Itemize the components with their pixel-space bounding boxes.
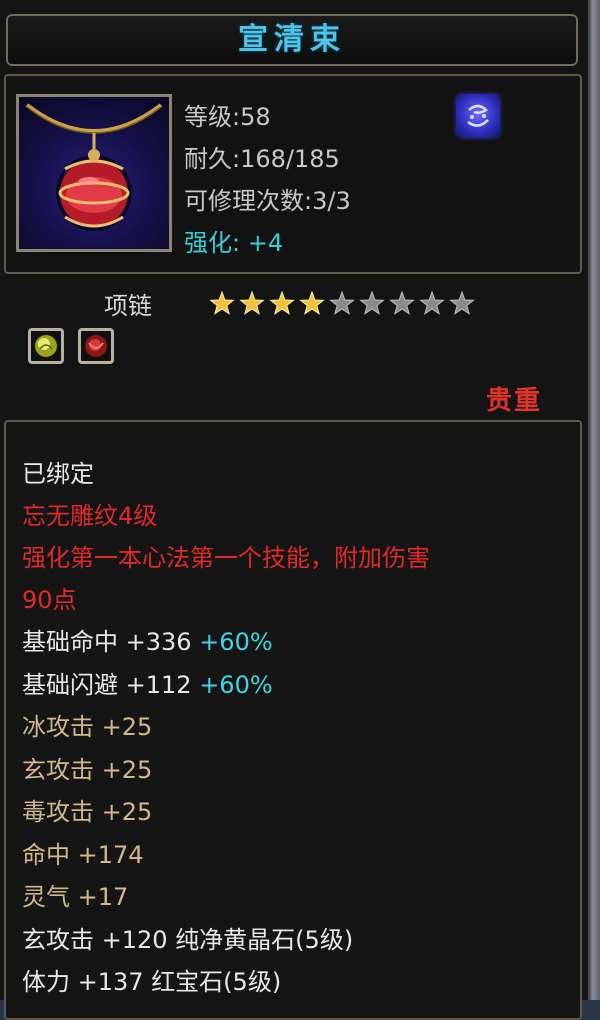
gem-name: 红宝石(5级) [151,968,282,996]
gem-attribute-line: 玄攻击 +120 纯净黄晶石(5级) [22,920,353,955]
effect-desc-line1: 强化第一本心法第一个技能，附加伤害 [22,544,430,572]
item-icon-frame [16,94,172,252]
star-filled-icon [239,290,265,315]
star-empty-icon [389,290,415,315]
star-filled-icon [269,290,295,315]
attribute-line: 基础命中 +336 +60% [22,622,273,657]
necklace-icon [25,103,163,231]
attribute-line: 玄攻击 +25 [22,750,152,785]
attribute-name: 毒攻击 [22,798,102,826]
attribute-value: +25 [101,755,153,784]
star-empty-icon [419,290,445,315]
attribute-value: +112 [125,670,192,699]
gem-attribute-name: 体力 [22,968,78,996]
repair-count-text: 可修理次数:3/3 [184,187,351,215]
yellow-gem-icon [35,335,57,357]
item-type: 项链 [104,292,152,320]
gem-attribute-line: 体力 +137 红宝石(5级) [22,962,281,997]
attribute-name: 基础闪避 [22,670,126,699]
durability-text: 耐久:168/185 [184,145,340,173]
attribute-name: 灵气 [22,883,78,911]
bound-status: 已绑定 [22,460,94,488]
attribute-value: +174 [77,840,144,869]
star-rating [209,290,480,322]
heart-rune-icon [456,94,500,138]
gem-attribute-value: +137 [77,968,152,996]
star-filled-icon [299,290,325,315]
level-text: 等级:58 [184,103,271,131]
attribute-value: +25 [101,798,153,826]
gem-attribute-value: +120 [101,925,176,954]
star-empty-icon [329,290,355,315]
attribute-value: +336 [125,628,192,656]
star-empty-icon [449,290,475,315]
item-tooltip: 宣清束 等级:58 耐久:168/185 可修理次数:3/3 强化: +4 项链… [0,0,590,1020]
star-filled-icon [209,290,235,315]
item-header: 等级:58 耐久:168/185 可修理次数:3/3 强化: +4 [4,74,582,274]
attribute-value: +25 [101,713,153,741]
attribute-name: 冰攻击 [22,713,102,741]
attribute-value: +17 [77,883,129,911]
gem-name: 纯净黄晶石(5级) [175,925,354,954]
enhance-text: 强化: +4 [184,229,284,257]
attribute-bonus: +60% [191,670,273,699]
red-gem-icon [85,335,107,357]
title-bar: 宣清束 [6,14,578,66]
attribute-name: 基础命中 [22,628,126,656]
description-box: 已绑定 忘无雕纹4级 强化第一本心法第一个技能，附加伤害 90点 基础命中 +3… [4,420,582,1020]
gem-slot-2[interactable] [78,328,114,364]
effect-desc-line2: 90点 [22,586,77,614]
attribute-line: 灵气 +17 [22,877,128,912]
item-name: 宣清束 [238,22,346,57]
attribute-bonus: +60% [191,628,273,656]
attribute-line: 基础闪避 +112 +60% [22,665,273,700]
quality-label: 贵重 [486,386,543,416]
attribute-name: 命中 [22,840,78,869]
gem-slot-1[interactable] [28,328,64,364]
attribute-line: 冰攻击 +25 [22,707,152,742]
star-empty-icon [359,290,385,315]
gem-attribute-name: 玄攻击 [22,925,102,954]
attribute-line: 毒攻击 +25 [22,792,152,827]
attribute-line: 命中 +174 [22,835,144,870]
item-stats: 等级:58 耐久:168/185 可修理次数:3/3 强化: +4 [184,96,351,264]
effect-name: 忘无雕纹4级 [22,502,158,530]
attribute-name: 玄攻击 [22,755,102,784]
